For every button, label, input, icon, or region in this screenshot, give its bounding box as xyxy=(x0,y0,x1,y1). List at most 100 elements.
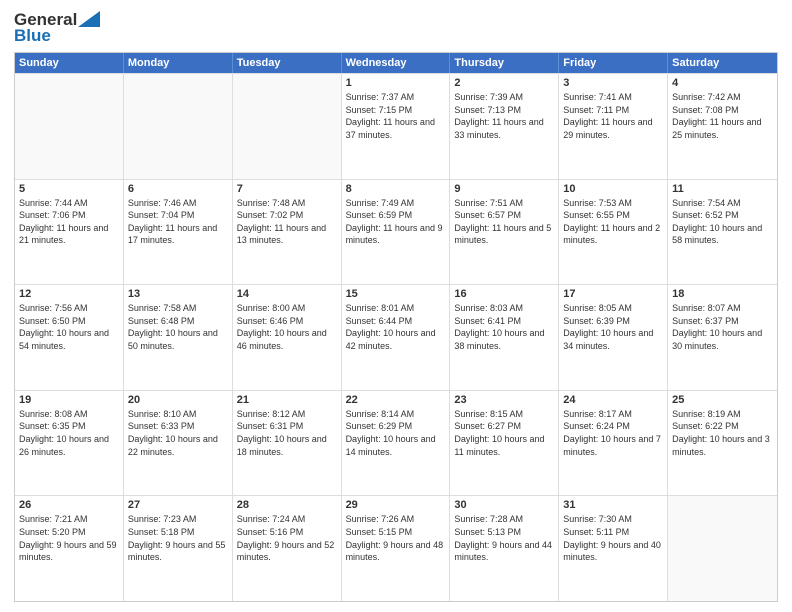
cell-info: Sunrise: 7:42 AMSunset: 7:08 PMDaylight:… xyxy=(672,91,773,141)
day-cell-25: 25 Sunrise: 8:19 AMSunset: 6:22 PMDayligh… xyxy=(668,391,777,496)
day-of-week-thursday: Thursday xyxy=(450,53,559,73)
day-cell-27: 27 Sunrise: 7:23 AMSunset: 5:18 PMDayligh… xyxy=(124,496,233,601)
calendar-week-1: 1Sunrise: 7:37 AMSunset: 7:15 PMDaylight… xyxy=(15,73,777,179)
day-cell-30: 30Sunrise: 7:28 AMSunset: 5:13 PMDayligh… xyxy=(450,496,559,601)
cell-info: Sunrise: 7:51 AMSunset: 6:57 PMDaylight:… xyxy=(454,197,554,247)
day-number: 27 xyxy=(128,499,228,511)
day-cell-8: 8 Sunrise: 7:49 AMSunset: 6:59 PMDaylight… xyxy=(342,180,451,285)
day-cell-20: 20Sunrise: 8:10 AMSunset: 6:33 PMDayligh… xyxy=(124,391,233,496)
cell-info: Sunrise: 8:01 AMSunset: 6:44 PMDaylight:… xyxy=(346,302,446,352)
day-cell-17: 17 Sunrise: 8:05 AMSunset: 6:39 PMDayligh… xyxy=(559,285,668,390)
calendar-body: 1Sunrise: 7:37 AMSunset: 7:15 PMDaylight… xyxy=(15,73,777,601)
day-number: 17 xyxy=(563,288,663,300)
day-cell-24: 24 Sunrise: 8:17 AMSunset: 6:24 PMDayligh… xyxy=(559,391,668,496)
cell-info: Sunrise: 7:49 AMSunset: 6:59 PMDaylight:… xyxy=(346,197,446,247)
day-cell-6: 6 Sunrise: 7:46 AMSunset: 7:04 PMDaylight… xyxy=(124,180,233,285)
day-cell-16: 16 Sunrise: 8:03 AMSunset: 6:41 PMDayligh… xyxy=(450,285,559,390)
cell-info: Sunrise: 8:17 AMSunset: 6:24 PMDaylight:… xyxy=(563,408,663,458)
cell-info: Sunrise: 7:21 AMSunset: 5:20 PMDaylight:… xyxy=(19,513,119,563)
cell-info: Sunrise: 8:12 AMSunset: 6:31 PMDaylight:… xyxy=(237,408,337,458)
cell-info: Sunrise: 7:46 AMSunset: 7:04 PMDaylight:… xyxy=(128,197,228,247)
cell-info: Sunrise: 7:54 AMSunset: 6:52 PMDaylight:… xyxy=(672,197,773,247)
empty-cell xyxy=(15,74,124,179)
cell-info: Sunrise: 7:44 AMSunset: 7:06 PMDaylight:… xyxy=(19,197,119,247)
day-cell-21: 21 Sunrise: 8:12 AMSunset: 6:31 PMDayligh… xyxy=(233,391,342,496)
day-number: 26 xyxy=(19,499,119,511)
day-number: 20 xyxy=(128,394,228,406)
cell-info: Sunrise: 7:48 AMSunset: 7:02 PMDaylight:… xyxy=(237,197,337,247)
day-cell-26: 26 Sunrise: 7:21 AMSunset: 5:20 PMDayligh… xyxy=(15,496,124,601)
day-cell-22: 22 Sunrise: 8:14 AMSunset: 6:29 PMDayligh… xyxy=(342,391,451,496)
cell-info: Sunrise: 8:00 AMSunset: 6:46 PMDaylight:… xyxy=(237,302,337,352)
day-cell-19: 19 Sunrise: 8:08 AMSunset: 6:35 PMDayligh… xyxy=(15,391,124,496)
day-number: 15 xyxy=(346,288,446,300)
calendar-header: SundayMondayTuesdayWednesdayThursdayFrid… xyxy=(15,53,777,73)
cell-info: Sunrise: 7:56 AMSunset: 6:50 PMDaylight:… xyxy=(19,302,119,352)
day-number: 22 xyxy=(346,394,446,406)
day-number: 10 xyxy=(563,183,663,195)
day-of-week-monday: Monday xyxy=(124,53,233,73)
day-number: 6 xyxy=(128,183,228,195)
day-number: 16 xyxy=(454,288,554,300)
day-cell-3: 3 Sunrise: 7:41 AMSunset: 7:11 PMDaylight… xyxy=(559,74,668,179)
header: General Blue xyxy=(14,10,778,46)
day-number: 18 xyxy=(672,288,773,300)
day-cell-9: 9Sunrise: 7:51 AMSunset: 6:57 PMDaylight… xyxy=(450,180,559,285)
day-number: 28 xyxy=(237,499,337,511)
day-number: 19 xyxy=(19,394,119,406)
page: General Blue SundayMondayTuesdayWednesda… xyxy=(0,0,792,612)
day-of-week-sunday: Sunday xyxy=(15,53,124,73)
day-cell-15: 15 Sunrise: 8:01 AMSunset: 6:44 PMDayligh… xyxy=(342,285,451,390)
cell-info: Sunrise: 7:30 AMSunset: 5:11 PMDaylight:… xyxy=(563,513,663,563)
logo: General Blue xyxy=(14,10,100,46)
cell-info: Sunrise: 8:19 AMSunset: 6:22 PMDaylight:… xyxy=(672,408,773,458)
cell-info: Sunrise: 8:15 AMSunset: 6:27 PMDaylight:… xyxy=(454,408,554,458)
day-of-week-saturday: Saturday xyxy=(668,53,777,73)
day-cell-2: 2Sunrise: 7:39 AMSunset: 7:13 PMDaylight… xyxy=(450,74,559,179)
logo-blue-text: Blue xyxy=(14,26,51,46)
cell-info: Sunrise: 8:08 AMSunset: 6:35 PMDaylight:… xyxy=(19,408,119,458)
day-number: 23 xyxy=(454,394,554,406)
day-cell-10: 10 Sunrise: 7:53 AMSunset: 6:55 PMDayligh… xyxy=(559,180,668,285)
day-cell-28: 28 Sunrise: 7:24 AMSunset: 5:16 PMDayligh… xyxy=(233,496,342,601)
cell-info: Sunrise: 7:58 AMSunset: 6:48 PMDaylight:… xyxy=(128,302,228,352)
day-number: 3 xyxy=(563,77,663,89)
empty-cell xyxy=(233,74,342,179)
cell-info: Sunrise: 7:24 AMSunset: 5:16 PMDaylight:… xyxy=(237,513,337,563)
day-cell-1: 1Sunrise: 7:37 AMSunset: 7:15 PMDaylight… xyxy=(342,74,451,179)
day-cell-13: 13Sunrise: 7:58 AMSunset: 6:48 PMDayligh… xyxy=(124,285,233,390)
day-cell-14: 14 Sunrise: 8:00 AMSunset: 6:46 PMDayligh… xyxy=(233,285,342,390)
day-cell-12: 12Sunrise: 7:56 AMSunset: 6:50 PMDayligh… xyxy=(15,285,124,390)
day-number: 8 xyxy=(346,183,446,195)
empty-cell xyxy=(668,496,777,601)
cell-info: Sunrise: 8:03 AMSunset: 6:41 PMDaylight:… xyxy=(454,302,554,352)
day-cell-23: 23 Sunrise: 8:15 AMSunset: 6:27 PMDayligh… xyxy=(450,391,559,496)
day-of-week-tuesday: Tuesday xyxy=(233,53,342,73)
day-cell-4: 4Sunrise: 7:42 AMSunset: 7:08 PMDaylight… xyxy=(668,74,777,179)
cell-info: Sunrise: 7:41 AMSunset: 7:11 PMDaylight:… xyxy=(563,91,663,141)
day-cell-5: 5Sunrise: 7:44 AMSunset: 7:06 PMDaylight… xyxy=(15,180,124,285)
calendar: SundayMondayTuesdayWednesdayThursdayFrid… xyxy=(14,52,778,602)
day-number: 31 xyxy=(563,499,663,511)
cell-info: Sunrise: 7:53 AMSunset: 6:55 PMDaylight:… xyxy=(563,197,663,247)
cell-info: Sunrise: 8:05 AMSunset: 6:39 PMDaylight:… xyxy=(563,302,663,352)
day-number: 24 xyxy=(563,394,663,406)
calendar-week-5: 26 Sunrise: 7:21 AMSunset: 5:20 PMDayligh… xyxy=(15,495,777,601)
empty-cell xyxy=(124,74,233,179)
logo-icon xyxy=(78,11,100,27)
cell-info: Sunrise: 8:07 AMSunset: 6:37 PMDaylight:… xyxy=(672,302,773,352)
day-cell-7: 7Sunrise: 7:48 AMSunset: 7:02 PMDaylight… xyxy=(233,180,342,285)
day-number: 14 xyxy=(237,288,337,300)
cell-info: Sunrise: 7:39 AMSunset: 7:13 PMDaylight:… xyxy=(454,91,554,141)
day-number: 1 xyxy=(346,77,446,89)
day-cell-18: 18 Sunrise: 8:07 AMSunset: 6:37 PMDayligh… xyxy=(668,285,777,390)
day-number: 25 xyxy=(672,394,773,406)
day-cell-11: 11Sunrise: 7:54 AMSunset: 6:52 PMDayligh… xyxy=(668,180,777,285)
day-of-week-wednesday: Wednesday xyxy=(342,53,451,73)
day-number: 21 xyxy=(237,394,337,406)
cell-info: Sunrise: 7:28 AMSunset: 5:13 PMDaylight:… xyxy=(454,513,554,563)
cell-info: Sunrise: 7:26 AMSunset: 5:15 PMDaylight:… xyxy=(346,513,446,563)
day-cell-29: 29Sunrise: 7:26 AMSunset: 5:15 PMDayligh… xyxy=(342,496,451,601)
cell-info: Sunrise: 7:23 AMSunset: 5:18 PMDaylight:… xyxy=(128,513,228,563)
cell-info: Sunrise: 8:14 AMSunset: 6:29 PMDaylight:… xyxy=(346,408,446,458)
